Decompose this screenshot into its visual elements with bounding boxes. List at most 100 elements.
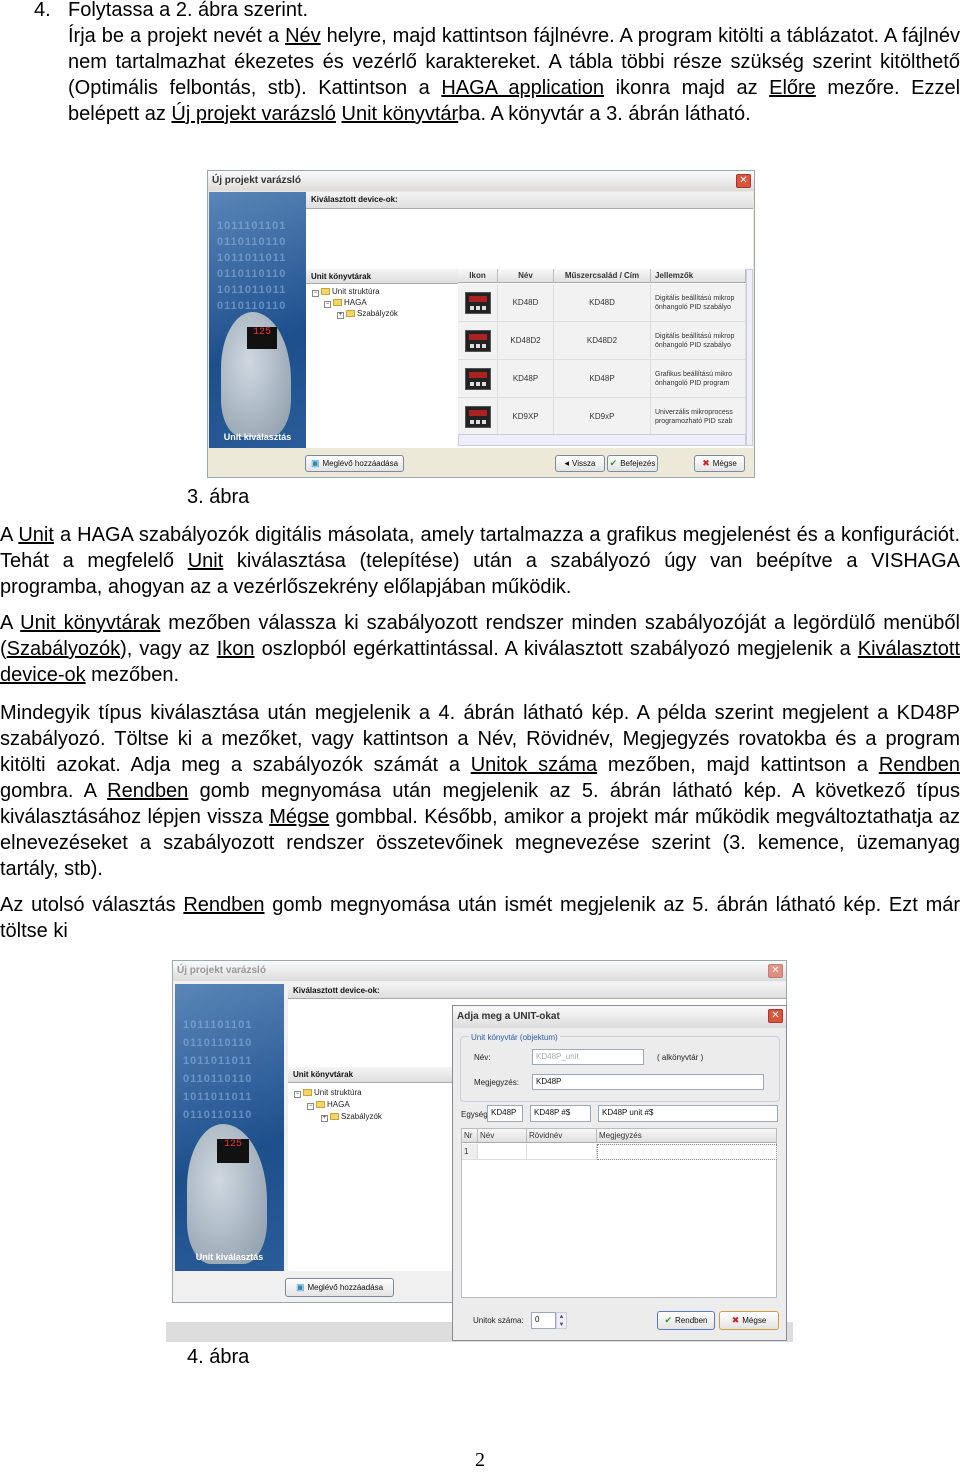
controller-icon	[464, 329, 491, 352]
unit-grid[interactable]: Ikon Név Műszercsalád / Cím Jellemzők KD…	[458, 269, 753, 448]
col-icon[interactable]: Ikon	[458, 269, 498, 283]
cell-name[interactable]	[478, 1144, 527, 1160]
cell-family[interactable]: KD9xP	[554, 398, 651, 436]
folder-icon	[321, 288, 330, 295]
cell-name[interactable]: KD48D2	[498, 322, 554, 360]
features-line: Digitális beállítású mikrop	[655, 294, 735, 302]
cell-family[interactable]: KD48P	[554, 360, 651, 398]
tree-node-haga[interactable]: − HAGA	[307, 1099, 350, 1110]
col-features[interactable]: Jellemzők	[651, 269, 746, 283]
window-title: Új projekt varázsló	[208, 171, 754, 191]
underlined-term: Unit	[18, 524, 54, 546]
device-icon-cell[interactable]	[458, 284, 498, 322]
cell-note[interactable]	[597, 1144, 777, 1160]
features-line: Grafikus beállítású mikro	[655, 370, 733, 378]
horizontal-scrollbar[interactable]	[458, 434, 746, 446]
collapse-icon[interactable]: −	[294, 1091, 301, 1098]
finish-button[interactable]: ✔ Befejezés	[607, 455, 658, 472]
tree-node-controllers[interactable]: + Szabályzók	[337, 308, 398, 319]
paragraph-last: Az utolsó választás Rendben gomb megnyom…	[0, 892, 960, 944]
cell-name[interactable]: KD48P	[498, 360, 554, 398]
add-existing-button[interactable]: ▣ Meglévő hozzáadása	[285, 1278, 394, 1297]
side-panel: 1011101101 0110110110 1011011011 0110110…	[175, 984, 284, 1271]
add-existing-button[interactable]: ▣ Meglévő hozzáadása	[305, 455, 404, 472]
folder-icon	[330, 1113, 339, 1120]
text-run: ikonra majd az	[604, 77, 770, 99]
tree-node-controllers[interactable]: + Szabályzók	[321, 1111, 382, 1122]
underlined-term: Név	[285, 25, 321, 47]
add-icon: ▣	[310, 458, 320, 468]
side-label: Unit kiválasztás	[223, 432, 292, 442]
col-note[interactable]: Megjegyzés	[597, 1129, 777, 1143]
cell-short-name[interactable]	[527, 1144, 597, 1160]
units-grid[interactable]: Nr Név Rövidnév Megjegyzés 1	[461, 1128, 777, 1298]
check-icon: ✔	[664, 1315, 673, 1325]
dialog-close-button[interactable]: ✕	[768, 1009, 783, 1023]
collapse-icon[interactable]: −	[307, 1103, 314, 1110]
device-icon-cell[interactable]	[458, 398, 498, 436]
count-input[interactable]: 0	[531, 1312, 556, 1329]
x-icon: ✖	[702, 458, 710, 468]
underlined-term: Előre	[769, 77, 816, 99]
col-family[interactable]: Műszercsalád / Cím	[554, 269, 651, 283]
underlined-term: Ikon	[216, 638, 255, 660]
close-button[interactable]: ✕	[768, 964, 783, 978]
controller-icon	[464, 291, 491, 314]
expand-icon[interactable]: +	[337, 312, 344, 319]
col-name[interactable]: Név	[478, 1129, 527, 1143]
cell-family[interactable]: KD48D2	[554, 322, 651, 360]
cancel-button[interactable]: ✖ Mégse	[694, 455, 745, 472]
controller-icon	[464, 405, 491, 428]
step-number: 4.	[34, 0, 51, 21]
count-label: Unitok száma:	[473, 1316, 524, 1325]
unit-library-tree[interactable]: − Unit struktúra − HAGA + Szabályzók	[306, 284, 458, 448]
device-icon-cell[interactable]	[458, 360, 498, 398]
cell-features[interactable]: Grafikus beállítású mikro önhangoló PID p…	[651, 360, 746, 398]
folder-icon	[316, 1101, 325, 1108]
name-input[interactable]: KD48P_unit	[532, 1049, 644, 1065]
tree-node-unit-structure[interactable]: − Unit struktúra	[312, 286, 380, 297]
paragraph-types: Mindegyik típus kiválasztása után megjel…	[0, 700, 960, 882]
dialog-cancel-button[interactable]: ✖ Mégse	[719, 1311, 779, 1330]
unit-library-tree[interactable]: − Unit struktúra − HAGA + Szabályzók	[288, 1083, 458, 1271]
collapse-icon[interactable]: −	[312, 290, 319, 297]
features-line: önhangoló PID program	[655, 379, 730, 387]
cell-family[interactable]: KD48D	[554, 284, 651, 322]
unit-note-input[interactable]: KD48P unit #$	[598, 1105, 778, 1122]
ok-button[interactable]: ✔ Rendben	[657, 1311, 715, 1330]
paragraph-libraries: A Unit könyvtárak mezőben válassza ki sz…	[0, 610, 960, 688]
underlined-term: Unit	[187, 550, 224, 572]
unit-short-input[interactable]: KD48P #$	[530, 1105, 591, 1122]
vertical-scrollbar[interactable]	[746, 269, 753, 446]
tree-node-unit-structure[interactable]: − Unit struktúra	[294, 1087, 362, 1098]
new-project-wizard-window: Új projekt varázsló ✕ 1011101101 0110110…	[207, 170, 755, 478]
text-run: ), vagy az	[120, 638, 217, 660]
col-name[interactable]: Név	[498, 269, 554, 283]
cell-name[interactable]: KD9XP	[498, 398, 554, 436]
cell-name[interactable]: KD48D	[498, 284, 554, 322]
cell-features[interactable]: Univerzális mikroprocess programozható PI…	[651, 398, 746, 436]
close-button[interactable]: ✕	[736, 174, 751, 188]
underlined-term: Rendben	[107, 780, 189, 802]
back-button[interactable]: ◂ Vissza	[555, 455, 605, 472]
cell-nr[interactable]: 1	[462, 1144, 478, 1160]
text-run: oszlopból egérkattintással. A kiválaszto…	[254, 638, 858, 660]
unit-libraries-header: Unit könyvtárak	[306, 269, 458, 284]
tree-node-haga[interactable]: − HAGA	[324, 297, 367, 308]
device-icon-cell[interactable]	[458, 322, 498, 360]
underlined-term: HAGA application	[441, 77, 605, 99]
selected-devices-area[interactable]	[306, 209, 753, 272]
cell-features[interactable]: Digitális beállítású mikrop önhangoló PID…	[651, 322, 746, 360]
features-line: önhangoló PID szabályo	[655, 341, 731, 349]
text-run: A	[0, 524, 19, 546]
cell-features[interactable]: Digitális beállítású mikrop önhangoló PID…	[651, 284, 746, 322]
collapse-icon[interactable]: −	[324, 301, 331, 308]
expand-icon[interactable]: +	[321, 1115, 328, 1122]
count-spinner[interactable]: ▲ ▼	[556, 1312, 567, 1329]
unit-prefix-input[interactable]: KD48P	[487, 1105, 523, 1122]
col-nr[interactable]: Nr	[462, 1129, 478, 1143]
group-label: Unit könyvtár (objektum)	[469, 1033, 560, 1042]
sublibrary-label: ( alkönyvtár )	[657, 1053, 704, 1062]
col-short-name[interactable]: Rövidnév	[527, 1129, 597, 1143]
note-input[interactable]: KD48P	[532, 1074, 764, 1090]
